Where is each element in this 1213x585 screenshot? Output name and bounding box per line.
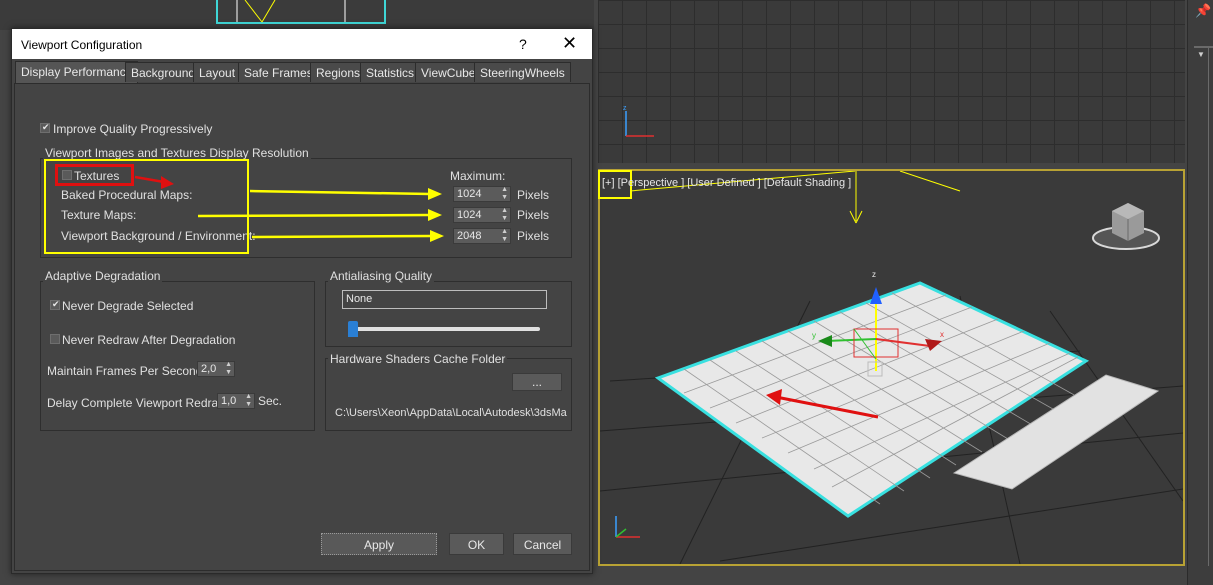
svg-text:y: y	[812, 331, 816, 340]
panel-rollout-line	[1208, 46, 1209, 566]
antialiasing-title: Antialiasing Quality	[328, 269, 435, 283]
viewport-mode-labels[interactable]: [Perspective ] [User Defined ] [Default …	[618, 177, 852, 189]
antialiasing-slider-thumb[interactable]	[348, 321, 358, 337]
delay-redraw-spinner[interactable]: 1,0 ▲ ▼	[217, 393, 255, 409]
top-right-viewport[interactable]: z	[598, 0, 1185, 163]
viewport-configuration-dialog: Viewport Configuration ? ✕ Display Perfo…	[11, 28, 593, 574]
shaders-cache-title: Hardware Shaders Cache Folder	[328, 352, 508, 366]
never-degrade-checkbox[interactable]	[50, 299, 60, 310]
spinner-arrows-icon[interactable]: ▲ ▼	[245, 393, 252, 409]
cancel-button[interactable]: Cancel	[513, 533, 572, 555]
svg-text:z: z	[623, 105, 627, 112]
browse-folder-button[interactable]: ...	[512, 373, 562, 391]
panel-divider	[1194, 46, 1213, 48]
apply-button[interactable]: Apply	[321, 533, 437, 555]
shaders-cache-path: C:\Users\Xeon\AppData\Local\Autodesk\3ds…	[335, 407, 567, 419]
fps-spinner[interactable]: 2,0 ▲ ▼	[197, 361, 235, 377]
adaptive-degradation-title: Adaptive Degradation	[43, 269, 163, 283]
svg-text:z: z	[872, 270, 876, 279]
antialiasing-value: None	[346, 293, 373, 305]
pin-icon[interactable]: 📌	[1195, 3, 1211, 19]
ok-button[interactable]: OK	[449, 533, 504, 555]
command-panel	[1187, 0, 1213, 585]
perspective-scene: z x y	[600, 171, 1183, 564]
never-degrade-label: Never Degrade Selected	[62, 299, 194, 313]
delay-redraw-label: Delay Complete Viewport Redraw:	[47, 396, 231, 410]
shaders-cache-group	[325, 358, 572, 431]
viewport-label[interactable]: [+] [Perspective ] [User Defined ] [Defa…	[602, 177, 851, 189]
delay-redraw-value: 1,0	[221, 395, 237, 407]
antialiasing-slider-track[interactable]	[350, 327, 540, 331]
delay-redraw-unit: Sec.	[258, 394, 283, 408]
top-left-viewport[interactable]	[0, 0, 594, 30]
viewport-plus-menu[interactable]: [+]	[602, 177, 615, 189]
axis-tripod-icon: z	[623, 105, 654, 137]
top-left-viewport-graphics	[216, 0, 386, 24]
fps-value: 2,0	[201, 363, 217, 375]
antialiasing-dropdown[interactable]: None	[342, 290, 547, 309]
perspective-viewport[interactable]: z x y	[598, 169, 1185, 566]
svg-text:x: x	[940, 330, 944, 339]
fps-label: Maintain Frames Per Second:	[47, 364, 206, 378]
rollout-arrow-icon[interactable]: ▼	[1197, 50, 1205, 59]
annotation-arrows	[134, 175, 444, 242]
never-redraw-checkbox[interactable]	[50, 334, 60, 344]
spinner-arrows-icon[interactable]: ▲ ▼	[225, 361, 232, 377]
never-redraw-label: Never Redraw After Degradation	[62, 333, 236, 347]
